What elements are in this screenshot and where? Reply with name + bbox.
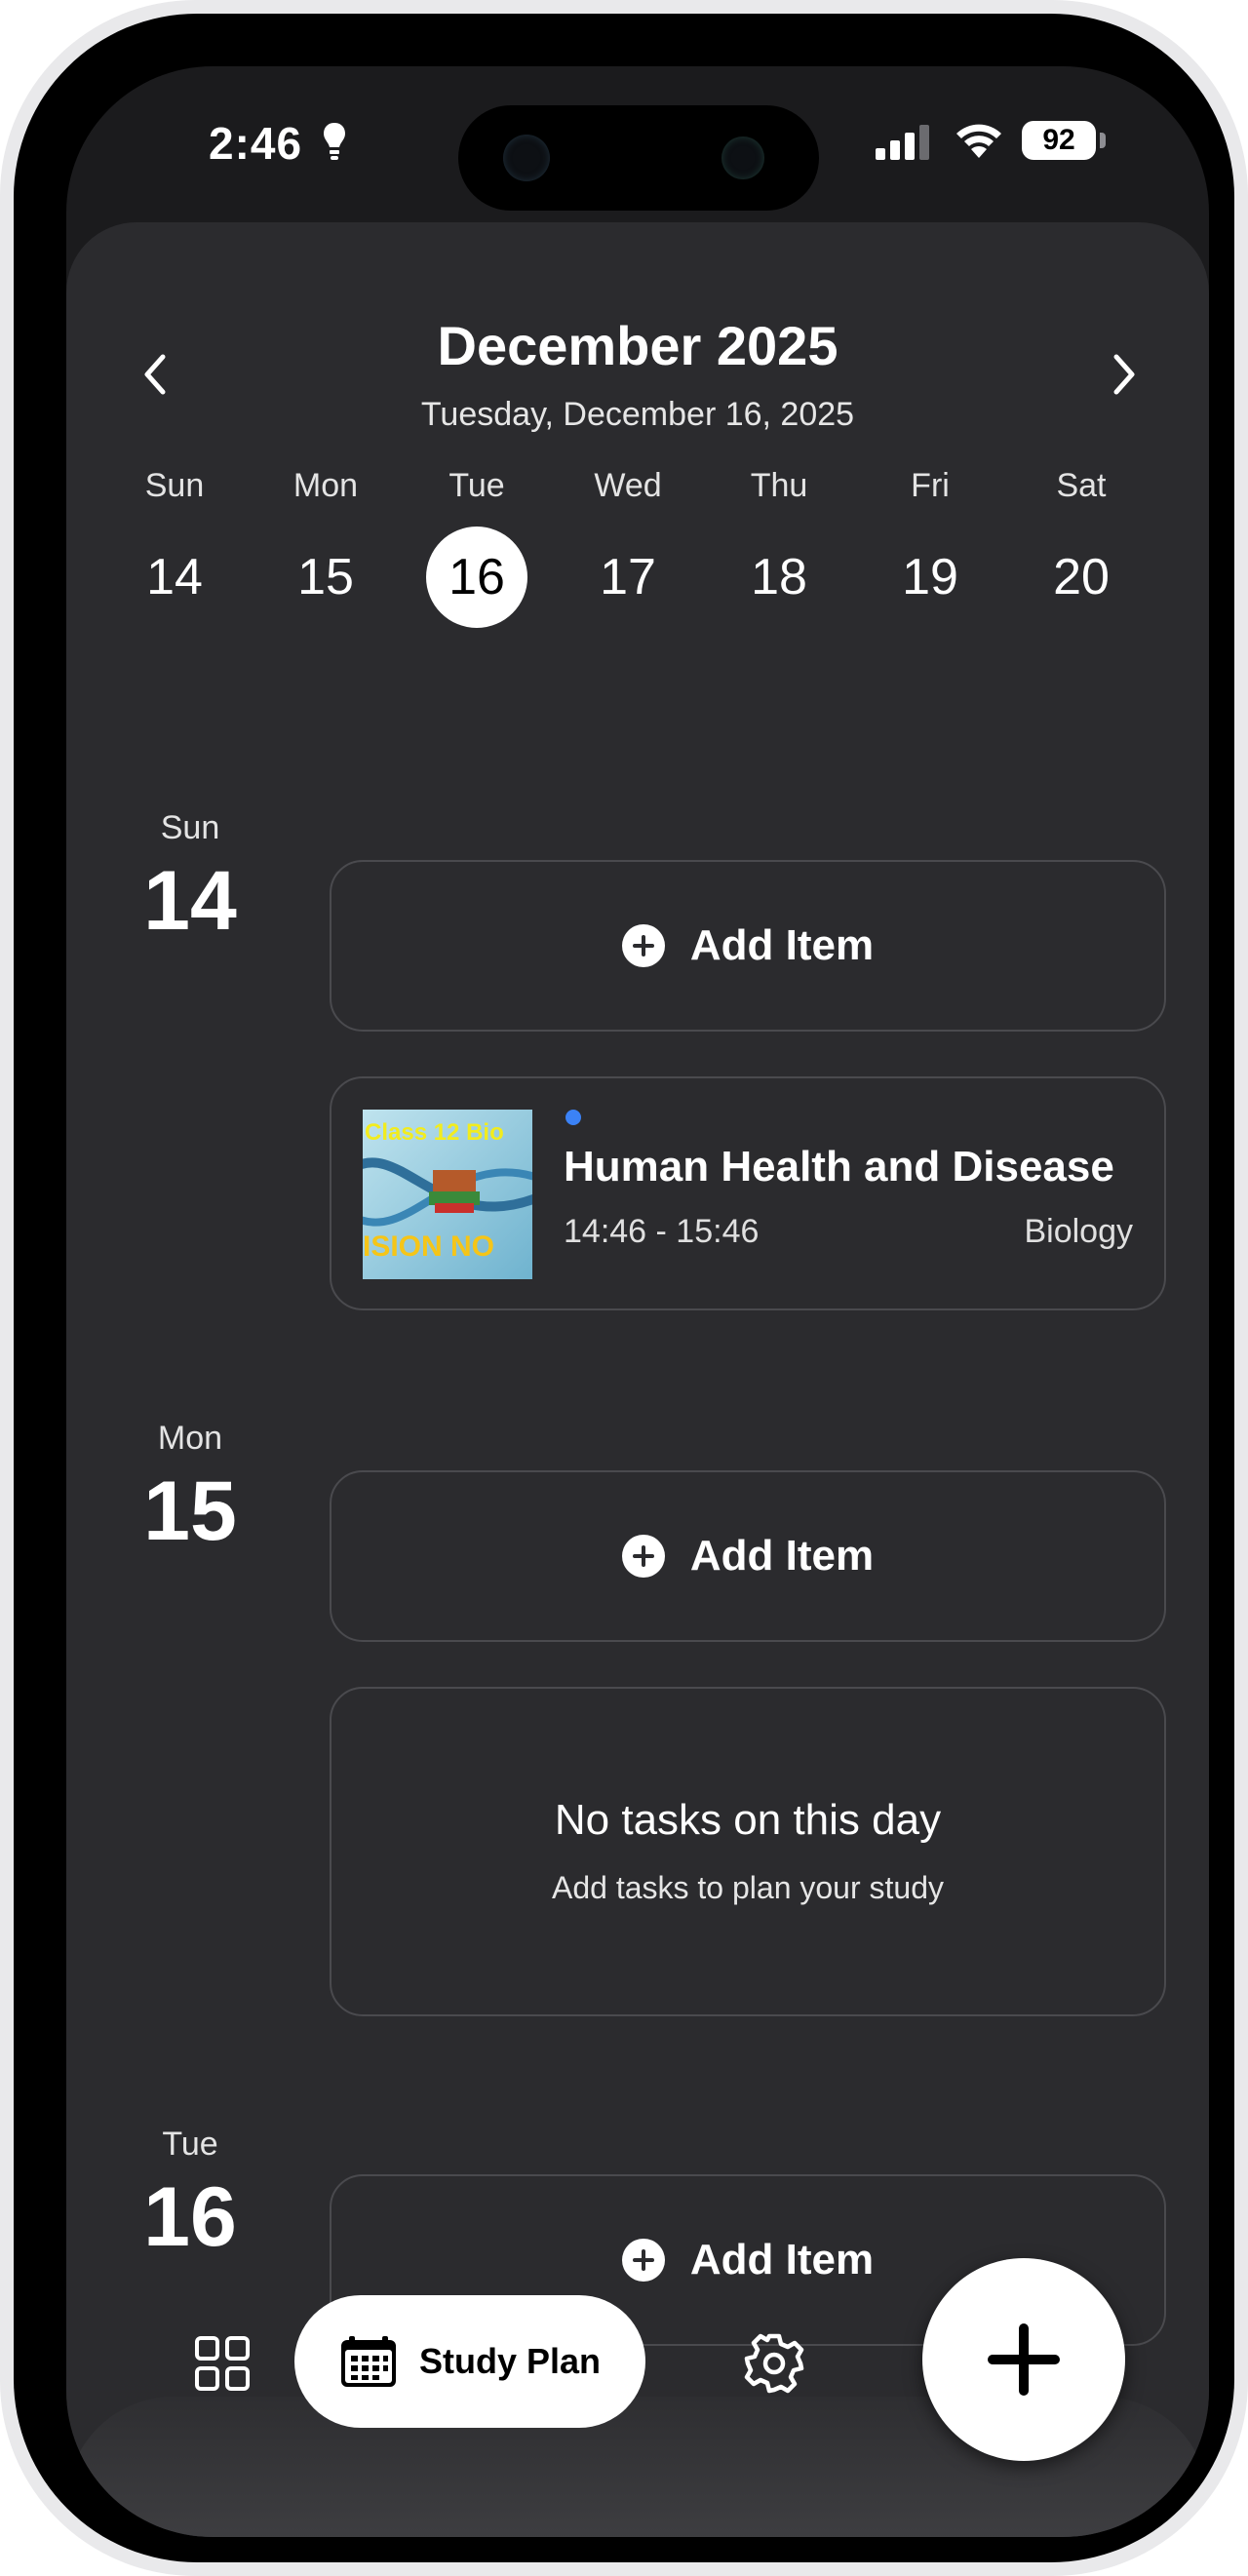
phone-bezel: 2:46 92 December 2025 Tuesday, December … — [14, 14, 1234, 2562]
week-day-fri[interactable]: Fri 19 — [877, 466, 984, 628]
add-item-label: Add Item — [689, 1532, 875, 1580]
week-day-number: 17 — [600, 549, 656, 605]
wifi-icon — [954, 121, 1004, 165]
tab-study-plan-label: Study Plan — [418, 2341, 602, 2381]
day-label-number: 16 — [143, 2170, 237, 2264]
plus-circle-icon — [621, 1535, 665, 1578]
tab-settings[interactable] — [735, 2324, 813, 2402]
week-day-number: 19 — [902, 549, 958, 605]
thumbnail-text-bottom: ISION NO — [363, 1230, 495, 1263]
dynamic-island — [458, 105, 819, 211]
week-day-tue[interactable]: Tue 16 — [423, 466, 530, 628]
add-item-button[interactable]: Add Item — [330, 860, 1166, 1032]
week-day-number: 14 — [146, 549, 203, 605]
status-time: 2:46 — [209, 118, 303, 169]
day-label-name: Tue — [162, 2126, 218, 2163]
lightbulb-icon — [322, 121, 347, 167]
add-item-button[interactable]: Add Item — [330, 1470, 1166, 1642]
week-day-name: Fri — [911, 467, 950, 504]
week-day-name: Sat — [1056, 467, 1107, 504]
day-label-16: Tue 16 — [127, 2126, 254, 2266]
day-label-15: Mon 15 — [127, 1420, 254, 1560]
grid-icon — [195, 2336, 250, 2391]
chevron-right-icon — [1113, 354, 1135, 395]
week-day-name: Wed — [594, 467, 662, 504]
study-plan-sheet: December 2025 Tuesday, December 16, 2025… — [66, 222, 1209, 2537]
selected-date-label: Tuesday, December 16, 2025 — [420, 396, 855, 433]
empty-state-card: No tasks on this day Add tasks to plan y… — [330, 1687, 1166, 2016]
week-day-name: Sun — [144, 467, 205, 504]
thumbnail-text-top: Class 12 Bio — [365, 1119, 504, 1146]
empty-state-subtitle: Add tasks to plan your study — [552, 1870, 944, 1905]
tab-dashboard[interactable] — [183, 2324, 261, 2402]
empty-state-title: No tasks on this day — [554, 1796, 942, 1844]
cellular-signal-icon — [876, 125, 932, 165]
battery-icon: 92 — [1022, 121, 1096, 160]
battery-tip — [1100, 133, 1106, 148]
week-day-sat[interactable]: Sat 20 — [1028, 466, 1135, 628]
add-task-fab[interactable] — [922, 2258, 1125, 2461]
task-thumbnail: Class 12 Bio ISION NO — [363, 1110, 532, 1279]
add-item-label: Add Item — [689, 921, 875, 969]
week-day-number: 20 — [1053, 549, 1110, 605]
task-title: Human Health and Disease — [564, 1143, 1114, 1190]
day-label-number: 14 — [143, 854, 237, 948]
gear-icon — [744, 2333, 804, 2394]
week-day-sun[interactable]: Sun 14 — [121, 466, 228, 628]
week-strip: Sun 14 Mon 15 Tue 16 Wed 17 Thu 18 Fri 1… — [121, 466, 1174, 628]
week-day-mon[interactable]: Mon 15 — [272, 466, 379, 628]
day-label-number: 15 — [143, 1464, 237, 1558]
screen: 2:46 92 December 2025 Tuesday, December … — [66, 66, 1209, 2537]
week-day-wed[interactable]: Wed 17 — [574, 466, 682, 628]
sensor-icon — [722, 137, 764, 179]
status-dot — [566, 1110, 581, 1125]
plus-icon — [988, 2323, 1060, 2396]
day-label-14: Sun 14 — [127, 809, 254, 950]
task-card[interactable]: Class 12 Bio ISION NO Human Health and D… — [330, 1076, 1166, 1310]
week-day-number: 18 — [751, 549, 807, 605]
phone-frame: 2:46 92 December 2025 Tuesday, December … — [0, 0, 1248, 2576]
week-day-thu[interactable]: Thu 18 — [725, 466, 833, 628]
next-month-button[interactable] — [1096, 345, 1154, 404]
week-day-name: Mon — [292, 467, 359, 504]
week-day-name: Thu — [750, 467, 808, 504]
week-day-number-selected: 16 — [426, 527, 527, 628]
month-title: December 2025 — [437, 315, 838, 376]
calendar-icon — [340, 2336, 396, 2387]
task-subject: Biology — [1024, 1213, 1133, 1250]
plus-circle-icon — [621, 2239, 665, 2282]
task-time: 14:46 - 15:46 — [564, 1213, 760, 1250]
day-label-name: Sun — [160, 809, 220, 846]
add-item-label: Add Item — [689, 2236, 875, 2283]
day-label-name: Mon — [157, 1420, 223, 1457]
week-day-name: Tue — [448, 467, 505, 504]
week-day-number: 15 — [297, 549, 354, 605]
plus-circle-icon — [621, 924, 665, 967]
camera-lens-icon — [503, 135, 550, 181]
tab-study-plan[interactable]: Study Plan — [294, 2295, 645, 2428]
